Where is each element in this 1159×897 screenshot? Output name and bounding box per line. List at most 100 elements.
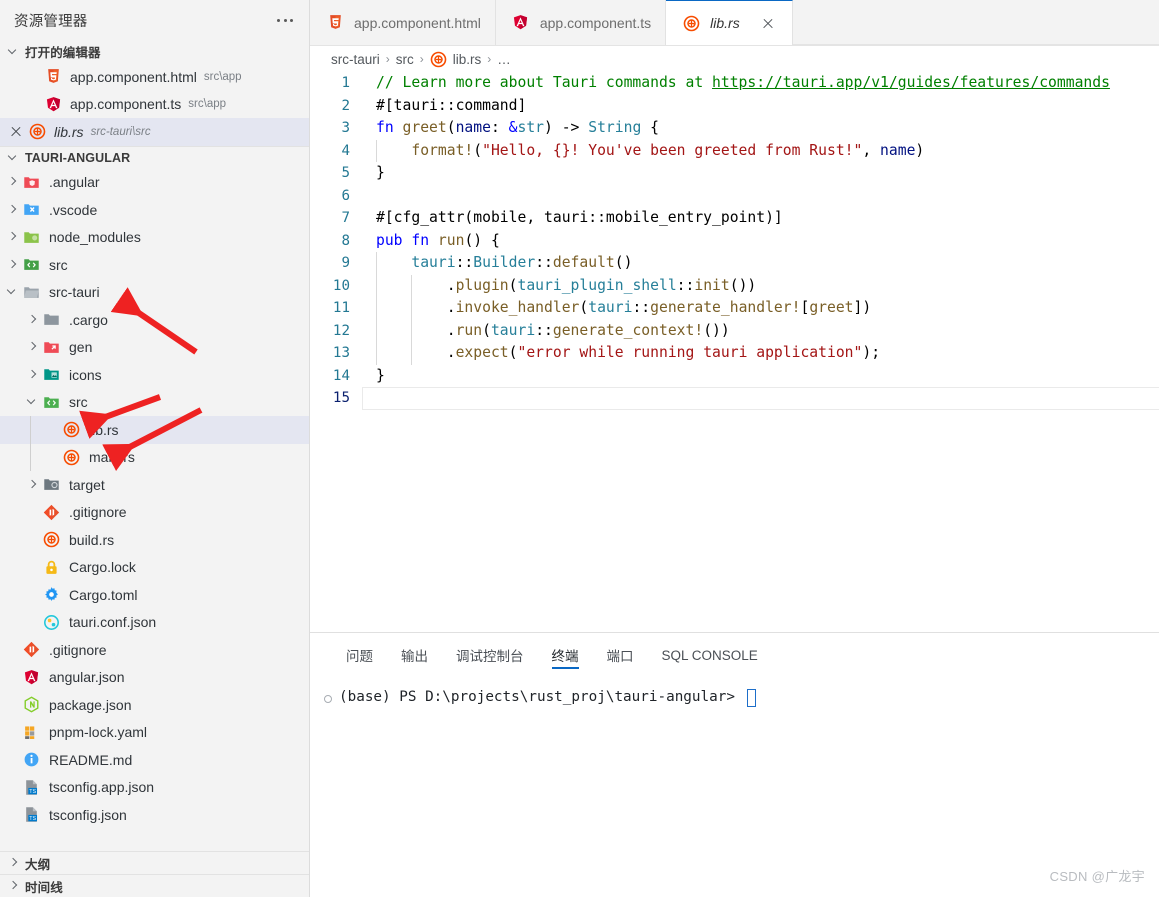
code-line-content[interactable]: #[cfg_attr(mobile, tauri::mobile_entry_p… [362, 207, 1159, 230]
tree-file[interactable]: pnpm-lock.yaml [0, 719, 309, 747]
section-outline[interactable]: 大纲 [0, 851, 309, 874]
section-timeline[interactable]: 时间线 [0, 874, 309, 897]
breadcrumb-segment[interactable]: src-tauri [331, 52, 380, 67]
code-line: 15 [310, 387, 1159, 410]
tree-file[interactable]: main.rs [0, 444, 309, 472]
panel-tab[interactable]: SQL CONSOLE [648, 633, 772, 677]
chevron-right-icon[interactable] [4, 257, 20, 273]
tree-folder[interactable]: icons [0, 361, 309, 389]
tree-folder[interactable]: node_modules [0, 224, 309, 252]
editor-tab[interactable]: app.component.ts [496, 0, 666, 45]
panel-tab[interactable]: 端口 [593, 633, 648, 677]
breadcrumb-segment[interactable]: lib.rs [453, 52, 482, 67]
code-token: () { [464, 232, 499, 249]
chevron-down-icon[interactable] [24, 394, 40, 410]
code-token: () [615, 254, 633, 271]
tsconfig-file-icon: TS [20, 776, 42, 798]
code-line-content[interactable]: .expect("error while running tauri appli… [362, 342, 1159, 365]
folder-target-icon [40, 474, 62, 496]
code-token: https://tauri.app/v1/guides/features/com… [712, 74, 1110, 91]
tree-item-label: .angular [49, 174, 100, 190]
breadcrumb-segment[interactable]: … [497, 52, 511, 67]
tree-file[interactable]: TStsconfig.app.json [0, 774, 309, 802]
code-line-content[interactable]: .run(tauri::generate_context!()) [362, 320, 1159, 343]
chevron-right-icon[interactable] [4, 229, 20, 245]
code-token: ) -> [544, 119, 588, 136]
html-file-icon [324, 12, 346, 34]
tree-folder[interactable]: .vscode [0, 196, 309, 224]
code-line-content[interactable]: } [362, 365, 1159, 388]
tree-folder[interactable]: src-tauri [0, 279, 309, 307]
tree-file[interactable]: README.md [0, 746, 309, 774]
terminal-view[interactable]: (base) PS D:\projects\rust_proj\tauri-an… [310, 677, 1159, 897]
breadcrumb-segment[interactable]: src [396, 52, 414, 67]
watermark: CSDN @广龙宇 [1050, 866, 1145, 885]
readme-file-icon [20, 749, 42, 771]
git-file-icon [20, 639, 42, 661]
code-line-content[interactable]: // Learn more about Tauri commands at ht… [362, 72, 1159, 95]
panel-tab[interactable]: 终端 [538, 633, 593, 677]
close-icon[interactable] [758, 13, 778, 33]
section-open-editors[interactable]: 打开的编辑器 [0, 40, 309, 63]
more-actions-icon[interactable] [273, 13, 297, 28]
tree-file[interactable]: tauri.conf.json [0, 609, 309, 637]
chevron-right-icon[interactable] [24, 367, 40, 383]
lock-file-icon [40, 556, 62, 578]
tree-folder[interactable]: src [0, 389, 309, 417]
tree-folder[interactable]: .cargo [0, 306, 309, 334]
code-line-content[interactable]: .invoke_handler(tauri::generate_handler!… [362, 297, 1159, 320]
tree-file[interactable]: Cargo.toml [0, 581, 309, 609]
chevron-right-icon[interactable] [24, 477, 40, 493]
line-number: 14 [310, 365, 362, 388]
vscode-window: 资源管理器 打开的编辑器 app.component.htmlsrc\appap… [0, 0, 1159, 897]
panel-tab[interactable]: 调试控制台 [442, 633, 538, 677]
tree-file[interactable]: .gitignore [0, 499, 309, 527]
code-line-content[interactable]: pub fn run() { [362, 230, 1159, 253]
tree-folder[interactable]: .angular [0, 169, 309, 197]
code-line-content[interactable]: tauri::Builder::default() [362, 252, 1159, 275]
panel-tab[interactable]: 输出 [387, 633, 442, 677]
chevron-right-icon[interactable] [24, 339, 40, 355]
tree-item-label: .cargo [69, 312, 108, 328]
code-line-content[interactable]: .plugin(tauri_plugin_shell::init()) [362, 275, 1159, 298]
tree-file[interactable]: angular.json [0, 664, 309, 692]
chevron-right-icon[interactable] [4, 174, 20, 190]
code-line-content[interactable]: #[tauri::command] [362, 95, 1159, 118]
open-editor-item[interactable]: lib.rssrc-tauri\src [0, 118, 309, 146]
tree-file[interactable]: Cargo.lock [0, 554, 309, 582]
code-line-content[interactable] [362, 185, 1159, 208]
tree-file[interactable]: lib.rs [0, 416, 309, 444]
chevron-right-icon [5, 855, 21, 871]
terminal-prompt-text: (base) PS D:\projects\rust_proj\tauri-an… [339, 689, 735, 705]
indent-guide [376, 342, 377, 365]
chevron-down-icon[interactable] [4, 284, 20, 300]
code-token: pub [376, 232, 403, 249]
section-project[interactable]: TAURI-ANGULAR [0, 146, 309, 169]
tree-folder[interactable]: src [0, 251, 309, 279]
code-line-content[interactable]: format!("Hello, {}! You've been greeted … [362, 140, 1159, 163]
tree-folder[interactable]: target [0, 471, 309, 499]
open-editor-item[interactable]: app.component.htmlsrc\app [0, 63, 309, 91]
tree-folder[interactable]: gen [0, 334, 309, 362]
code-token: tauri_plugin_shell [518, 277, 677, 294]
folder-node-icon [20, 226, 42, 248]
editor-tab[interactable]: lib.rs [666, 0, 793, 45]
tree-item-label: .gitignore [69, 504, 127, 520]
tree-file[interactable]: TStsconfig.json [0, 801, 309, 829]
code-line-content[interactable] [362, 387, 1159, 410]
tree-file[interactable]: package.json [0, 691, 309, 719]
close-icon[interactable] [6, 122, 26, 142]
code-editor[interactable]: 1// Learn more about Tauri commands at h… [310, 72, 1159, 632]
explorer-title-row: 资源管理器 [0, 0, 309, 40]
tree-file[interactable]: build.rs [0, 526, 309, 554]
chevron-right-icon[interactable] [24, 312, 40, 328]
code-line-content[interactable]: fn greet(name: &str) -> String { [362, 117, 1159, 140]
chevron-right-icon[interactable] [4, 202, 20, 218]
editor-tab[interactable]: app.component.html [310, 0, 496, 45]
tree-file[interactable]: .gitignore [0, 636, 309, 664]
panel-tab[interactable]: 问题 [332, 633, 387, 677]
code-line-content[interactable]: } [362, 162, 1159, 185]
code-token: expect [456, 344, 509, 361]
open-editor-item[interactable]: app.component.tssrc\app [0, 91, 309, 119]
code-token: tauri [411, 254, 455, 271]
